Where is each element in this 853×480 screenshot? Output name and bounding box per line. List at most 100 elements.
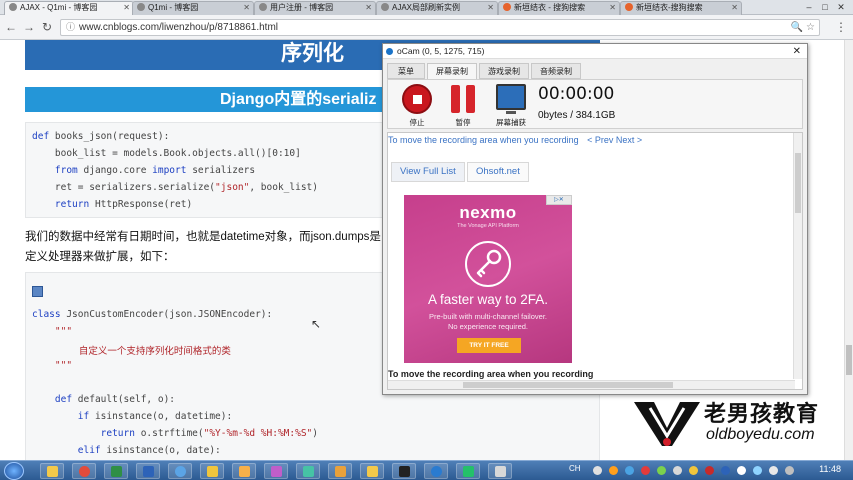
taskbar-app-excel[interactable] (104, 463, 128, 479)
url-text: www.cnblogs.com/liwenzhou/p/8718861.html (79, 22, 278, 33)
scrollbar-thumb[interactable] (463, 382, 673, 388)
key-icon (465, 241, 511, 287)
tray-app-icon[interactable] (737, 466, 746, 475)
pause-label: 暂停 (455, 118, 471, 127)
tray-app-icon[interactable] (657, 466, 666, 475)
maximize-icon[interactable]: □ (817, 0, 833, 14)
taskbar-app-explorer[interactable] (40, 463, 64, 479)
close-icon[interactable]: ✕ (833, 0, 849, 14)
tab-close-icon[interactable]: ✕ (731, 2, 738, 14)
minimize-icon[interactable]: – (801, 0, 817, 14)
scrollbar-thumb[interactable] (795, 153, 801, 213)
tab-audio-recording[interactable]: 音频录制 (531, 63, 581, 79)
monitor-icon (496, 84, 526, 114)
browser-tab-q1mi[interactable]: Q1mi - 博客园 ✕ (132, 1, 254, 15)
taskbar-app-media[interactable] (264, 463, 288, 479)
start-button[interactable] (4, 462, 24, 480)
screen-capture-button[interactable]: 屏幕捕获 (494, 84, 528, 128)
code-line: return o.strftime("%Y-%m-%d %H:%M:%S") (100, 428, 319, 439)
paragraph: 我们的数据中经常有日期时间，也就是datetime对象，而json.dumps是… (25, 227, 385, 267)
ohsoft-link[interactable]: Ohsoft.net (467, 162, 529, 182)
tray-app-icon[interactable] (721, 466, 730, 475)
tab-close-icon[interactable]: ✕ (609, 2, 616, 14)
tray-record-icon[interactable] (705, 466, 714, 475)
tab-game-recording[interactable]: 游戏录制 (479, 63, 529, 79)
tab-menu[interactable]: 菜单 (387, 63, 425, 79)
browser-tab-sogou-2[interactable]: 新垣结衣-搜狗搜索 ✕ (620, 1, 742, 15)
browser-menu-icon[interactable]: ⋮ (835, 20, 847, 34)
files-icon (335, 466, 346, 477)
paragraph-line: 我们的数据中经常有日期时间，也就是datetime对象，而json.dumps是 (25, 231, 381, 243)
browser-tab-ajax-example[interactable]: AJAX局部刷新实例 ✕ (376, 1, 498, 15)
windows-taskbar: CH 11:48 (0, 460, 853, 480)
tab-close-icon[interactable]: ✕ (365, 2, 372, 14)
capture-label: 屏幕捕获 (496, 118, 526, 127)
tab-label: AJAX - Q1mi - 博客园 (20, 3, 98, 12)
copy-code-icon[interactable] (32, 286, 43, 297)
tray-flag-icon[interactable] (785, 466, 794, 475)
back-arrow-icon[interactable]: ← (4, 20, 18, 34)
taskbar-app-pycharm[interactable] (456, 463, 480, 479)
ocam-info-panel: To move the recording area when you reco… (387, 132, 803, 390)
media-icon (271, 466, 282, 477)
taskbar-app-ide[interactable] (296, 463, 320, 479)
taskbar-app-python[interactable] (200, 463, 224, 479)
tab-close-icon[interactable]: ✕ (123, 2, 130, 14)
watermark-chinese: 老男孩教育 (704, 401, 820, 426)
language-indicator[interactable]: CH (569, 464, 581, 473)
pause-icon (451, 85, 475, 113)
prev-next-links[interactable]: < Prev Next > (587, 135, 642, 145)
tray-app-icon[interactable] (673, 466, 682, 475)
taskbar-app-notes[interactable] (232, 463, 256, 479)
browser-tab-register[interactable]: 用户注册 - 博客园 ✕ (254, 1, 376, 15)
ad-tagline: The Vonage API Platform (457, 223, 519, 229)
ad-subtext-line: No experience required. (447, 322, 529, 331)
tray-network-icon[interactable] (753, 466, 762, 475)
ocam-vertical-scrollbar[interactable] (793, 133, 802, 379)
recording-timer: 00:00:00 (538, 84, 615, 104)
taskbar-app-files[interactable] (328, 463, 352, 479)
tab-close-icon[interactable]: ✕ (243, 2, 250, 14)
tray-app-icon[interactable] (689, 466, 698, 475)
browser-tab-ajax[interactable]: AJAX - Q1mi - 博客园 ✕ (4, 1, 134, 15)
reload-icon[interactable]: ↻ (40, 20, 54, 34)
taskbar-app-ocam[interactable] (424, 463, 448, 479)
forward-arrow-icon[interactable]: → (22, 20, 36, 34)
taskbar-app-chrome[interactable] (72, 463, 96, 479)
pause-button[interactable]: 暂停 (446, 84, 480, 128)
ocam-titlebar[interactable]: oCam (0, 5, 1275, 715) ✕ (383, 44, 807, 59)
tray-keyboard-icon[interactable] (593, 466, 602, 475)
code-line: elif isinstance(o, date): (77, 445, 221, 456)
terminal-icon (399, 466, 410, 477)
tab-favicon-icon (625, 3, 633, 11)
page-info-icon[interactable]: ⓘ (66, 20, 75, 35)
close-icon[interactable]: ✕ (793, 44, 801, 59)
try-it-free-button[interactable]: TRY IT FREE (457, 338, 521, 353)
zoom-star-icons[interactable]: 🔍 ☆ (791, 20, 815, 35)
address-bar[interactable]: ⓘ www.cnblogs.com/liwenzhou/p/8718861.ht… (60, 19, 820, 36)
stop-icon (402, 84, 432, 114)
scrollbar-thumb[interactable] (846, 345, 852, 375)
taskbar-app-folder[interactable] (360, 463, 384, 479)
tab-favicon-icon (259, 3, 267, 11)
stop-button[interactable]: 停止 (400, 84, 434, 128)
code-line: if isinstance(o, datetime): (77, 411, 233, 422)
browser-tab-sogou-1[interactable]: 新垣结衣 - 搜狗搜索 ✕ (498, 1, 620, 15)
advertisement-banner[interactable]: ▷✕ nexmo The Vonage API Platform A faste… (404, 195, 572, 363)
tab-close-icon[interactable]: ✕ (487, 2, 494, 14)
tray-app-icon[interactable] (625, 466, 634, 475)
taskbar-app-word[interactable] (136, 463, 160, 479)
view-full-list-link[interactable]: View Full List (391, 162, 465, 182)
tray-app-icon[interactable] (609, 466, 618, 475)
tray-app-icon[interactable] (641, 466, 650, 475)
word-icon (143, 466, 154, 477)
chrome-icon (79, 466, 90, 477)
tray-volume-icon[interactable] (769, 466, 778, 475)
ocam-horizontal-scrollbar[interactable] (388, 380, 795, 389)
taskbar-app-browser[interactable] (168, 463, 192, 479)
taskbar-clock[interactable]: 11:48 (819, 464, 841, 474)
paragraph-line: 定义处理器来做扩展，如下： (25, 251, 175, 263)
taskbar-app-docs[interactable] (488, 463, 512, 479)
tab-screen-recording[interactable]: 屏幕录制 (427, 63, 477, 80)
taskbar-app-terminal[interactable] (392, 463, 416, 479)
